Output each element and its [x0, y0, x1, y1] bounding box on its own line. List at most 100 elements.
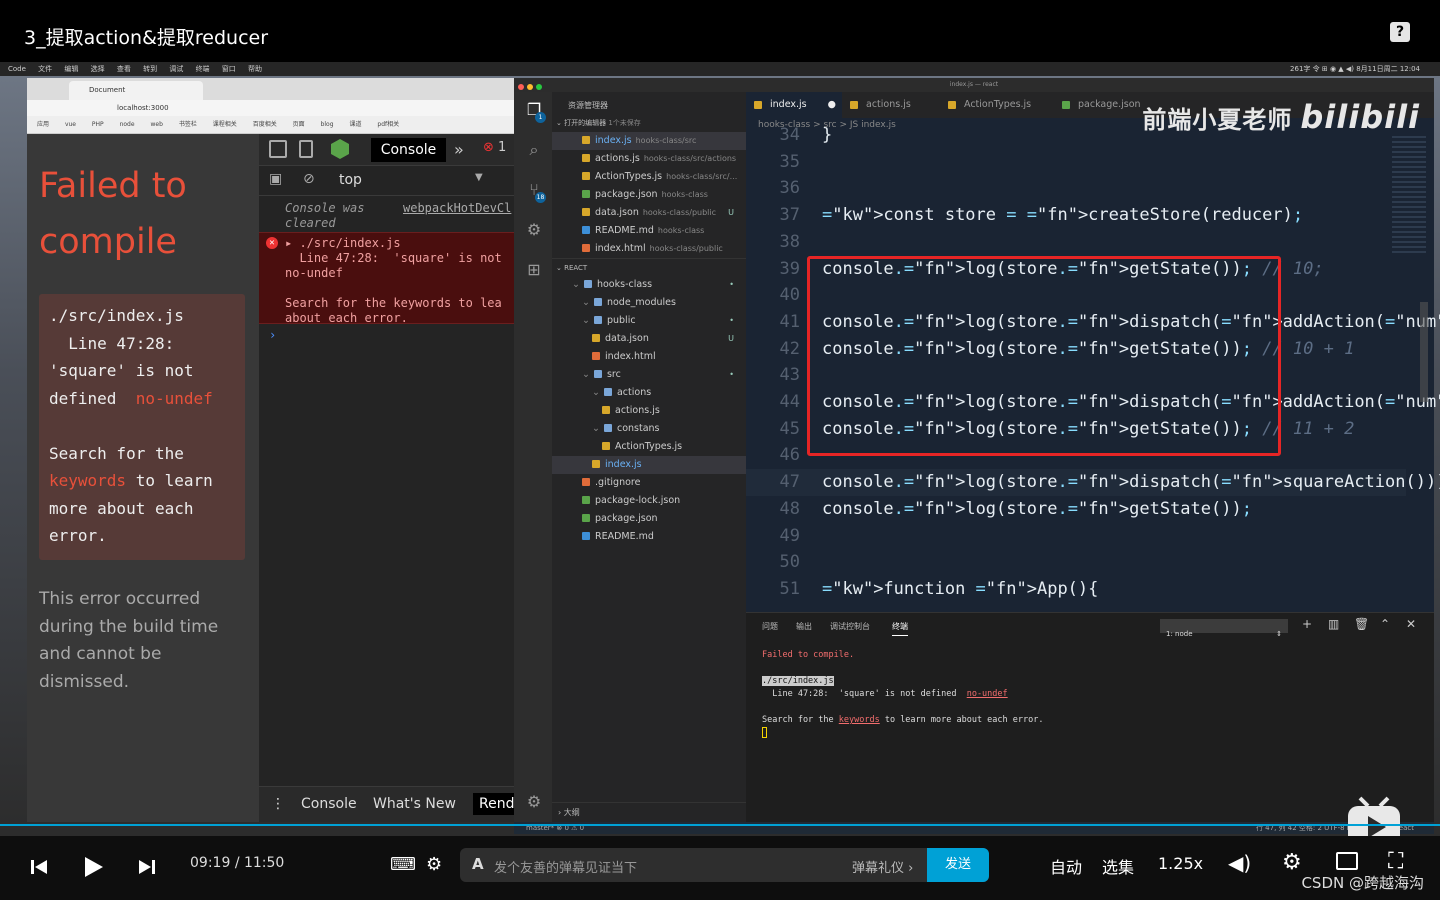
episodes-button[interactable]: 选集 — [1102, 854, 1134, 878]
code-line[interactable]: 38 — [746, 229, 1406, 256]
bookmark[interactable]: 应用 — [37, 121, 49, 128]
drawer-menu-icon[interactable]: ⋮ — [271, 796, 285, 812]
fullscreen-icon[interactable]: ⛶ — [1388, 849, 1403, 874]
terminal-select[interactable]: 1: node ⇕ — [1160, 619, 1288, 638]
bookmark[interactable]: 课程相关 — [213, 121, 237, 128]
code-line[interactable]: 37 ="kw">const store = ="fn">createStore(… — [746, 202, 1406, 229]
open-editor-item[interactable]: actions.js hooks-class/src/actions — [552, 150, 746, 168]
speed-button[interactable]: 1.25x — [1158, 854, 1203, 873]
editor-tab-actions-js[interactable]: actions.js — [842, 92, 940, 118]
search-icon[interactable]: ⌕ — [524, 140, 544, 160]
minimap[interactable] — [1392, 136, 1426, 256]
bookmark[interactable]: blog — [321, 121, 334, 128]
bookmark[interactable]: 书签栏 — [179, 121, 197, 128]
code-line[interactable]: 51 ="kw">function ="fn">App(){ — [746, 576, 1406, 603]
vue-devtools-icon[interactable] — [331, 139, 349, 159]
tab-console[interactable]: Console — [371, 138, 446, 162]
tree-file[interactable]: package.json — [552, 510, 746, 528]
tree-file[interactable]: index.js — [552, 456, 746, 474]
panel-tab-problems[interactable]: 问题 — [762, 621, 778, 632]
tree-folder[interactable]: ⌄ hooks-class • — [552, 276, 746, 294]
zoom-window-icon[interactable] — [536, 84, 542, 90]
more-tabs-icon[interactable]: » — [454, 140, 464, 159]
bookmark[interactable]: 百度相关 — [253, 121, 277, 128]
code-line[interactable]: 34} — [746, 122, 1406, 149]
terminal-output[interactable]: Failed to compile. ./src/index.js Line 4… — [746, 639, 1434, 741]
settings-gear-icon[interactable]: ⚙ — [1282, 850, 1302, 875]
open-editor-item[interactable]: package.json hooks-class — [552, 186, 746, 204]
minimize-window-icon[interactable] — [527, 84, 533, 90]
code-line[interactable]: 49 — [746, 523, 1406, 550]
error-count-badge[interactable]: ⊗ 1 — [483, 140, 506, 155]
tree-file[interactable]: actions.js — [552, 402, 746, 420]
browser-tab[interactable]: Document — [69, 81, 203, 100]
progress-bar[interactable] — [0, 824, 1440, 826]
play-icon[interactable] — [82, 856, 104, 878]
settings-gear-icon[interactable]: ⚙ — [524, 792, 544, 812]
console-prompt[interactable]: › — [259, 324, 514, 343]
source-link[interactable]: webpackHotDevCl — [403, 201, 511, 216]
maximize-panel-icon[interactable]: ⌃ — [1380, 617, 1390, 631]
danmaku-etiquette-link[interactable]: 弹幕礼仪 › — [852, 857, 913, 876]
extensions-icon[interactable]: ⊞ — [524, 260, 544, 280]
volume-icon[interactable]: ◀) — [1228, 851, 1251, 875]
project-header[interactable]: ⌄ REACT — [552, 258, 746, 276]
code-line[interactable]: 36 — [746, 175, 1406, 202]
bookmark[interactable]: 课道 — [349, 121, 361, 128]
console-error-entry[interactable]: ✕ ▸ ./src/index.js Line 47:28: 'square' i… — [259, 232, 514, 324]
previous-icon[interactable] — [30, 858, 48, 876]
tree-folder[interactable]: ⌄ public • — [552, 312, 746, 330]
open-editor-item[interactable]: ActionTypes.js hooks-class/src/... — [552, 168, 746, 186]
tree-file[interactable]: ActionTypes.js — [552, 438, 746, 456]
code-editor[interactable]: index.js ● actions.js ActionTypes.js pac… — [746, 92, 1440, 612]
next-icon[interactable] — [138, 858, 156, 876]
quality-button[interactable]: 自动 — [1050, 854, 1082, 878]
trash-icon[interactable]: 🗑 — [1354, 617, 1369, 631]
open-editors-header[interactable]: ⌄ 打开的编辑器 1个未保存 — [552, 114, 746, 132]
inspect-icon[interactable] — [269, 140, 287, 158]
code-line[interactable]: 35 — [746, 149, 1406, 176]
context-select[interactable]: top — [339, 172, 362, 188]
tree-folder[interactable]: ⌄ src • — [552, 366, 746, 384]
bookmark[interactable]: 页面 — [293, 121, 305, 128]
chevron-down-icon[interactable]: ▼ — [475, 172, 483, 183]
outline-section[interactable]: › 大纲 — [552, 802, 746, 822]
debug-icon[interactable]: ⚙ — [524, 220, 544, 240]
bookmark[interactable]: node — [120, 121, 135, 128]
open-editor-item[interactable]: index.js hooks-class/src — [552, 132, 746, 150]
code-line[interactable]: 50 — [746, 549, 1406, 576]
drawer-tab-whats-new[interactable]: What's New — [373, 796, 456, 812]
open-editor-item[interactable]: data.json hooks-class/public U — [552, 204, 746, 222]
close-panel-icon[interactable]: ✕ — [1406, 617, 1416, 631]
drawer-tab-console[interactable]: Console — [301, 796, 357, 812]
new-terminal-icon[interactable]: + — [1302, 617, 1312, 631]
tree-folder[interactable]: ⌄ node_modules — [552, 294, 746, 312]
code-line[interactable]: 47 console.="fn">log(store.="fn">dispatch… — [746, 469, 1440, 496]
split-terminal-icon[interactable]: ▥ — [1328, 617, 1339, 631]
bilibili-tv-icon[interactable] — [1346, 796, 1402, 836]
help-icon[interactable]: ? — [1390, 22, 1410, 42]
editor-tab-actiontypes-js[interactable]: ActionTypes.js — [940, 92, 1054, 118]
open-editor-item[interactable]: index.html hooks-class/public — [552, 240, 746, 258]
tree-file[interactable]: index.html — [552, 348, 746, 366]
pip-icon[interactable] — [1336, 852, 1358, 870]
danmaku-settings-icon[interactable]: ⚙ — [426, 854, 442, 875]
bookmark[interactable]: vue — [65, 121, 76, 128]
danmaku-input[interactable]: A 发个友善的弹幕见证当下 弹幕礼仪 › 发送 — [460, 848, 989, 882]
tree-folder[interactable]: ⌄ constans — [552, 420, 746, 438]
tree-file[interactable]: .gitignore — [552, 474, 746, 492]
send-button[interactable]: 发送 — [927, 848, 989, 882]
panel-tab-output[interactable]: 输出 — [796, 621, 812, 632]
font-style-icon[interactable]: A — [472, 855, 484, 873]
clear-console-icon[interactable]: ⊘ — [303, 171, 315, 187]
panel-tab-terminal[interactable]: 终端 — [892, 621, 908, 636]
open-editor-item[interactable]: README.md hooks-class — [552, 222, 746, 240]
address-bar[interactable]: localhost:3000 — [27, 100, 514, 116]
bookmark[interactable]: web — [150, 121, 162, 128]
bookmark[interactable]: pdf相关 — [377, 121, 399, 128]
panel-tab-debug-console[interactable]: 调试控制台 — [830, 621, 870, 632]
danmaku-toggle-icon[interactable]: ⌨ — [390, 854, 416, 875]
tree-file[interactable]: data.json U — [552, 330, 746, 348]
tree-file[interactable]: package-lock.json — [552, 492, 746, 510]
editor-tab-index-js[interactable]: index.js ● — [746, 92, 842, 118]
